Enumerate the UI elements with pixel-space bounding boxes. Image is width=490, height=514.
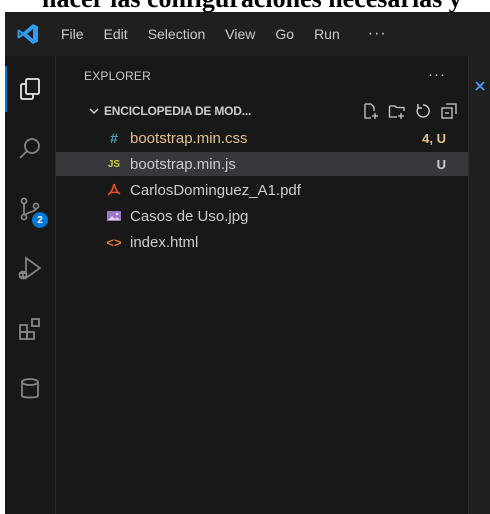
- menu-go[interactable]: Go: [275, 26, 294, 42]
- search-activity-icon[interactable]: [5, 124, 55, 174]
- folder-actions: [362, 102, 458, 120]
- menu-edit[interactable]: Edit: [104, 26, 128, 42]
- new-folder-icon[interactable]: [388, 102, 406, 120]
- menu-selection[interactable]: Selection: [148, 26, 206, 42]
- css-file-icon: #: [110, 130, 118, 146]
- chevron-down-icon[interactable]: [88, 105, 100, 117]
- new-file-icon[interactable]: [362, 102, 380, 120]
- collapse-all-icon[interactable]: [440, 102, 458, 120]
- refresh-icon[interactable]: [414, 102, 432, 120]
- workspace-folder-name: ENCICLOPEDIA DE MOD...: [104, 104, 252, 118]
- editor-tab-close-icon[interactable]: [475, 78, 485, 96]
- file-name: bootstrap.min.js: [130, 155, 236, 173]
- run-debug-activity-icon[interactable]: [5, 244, 55, 294]
- file-row-image[interactable]: Casos de Uso.jpg: [56, 204, 468, 228]
- activity-bar: 2: [5, 56, 56, 514]
- pdf-file-icon: [106, 182, 122, 198]
- file-row-pdf[interactable]: CarlosDominguez_A1.pdf: [56, 178, 468, 202]
- file-row-html[interactable]: <> index.html: [56, 230, 468, 254]
- explorer-title: EXPLORER: [84, 69, 151, 83]
- source-control-activity-icon[interactable]: 2: [5, 184, 55, 234]
- editor-area: [468, 56, 490, 514]
- file-name: Casos de Uso.jpg: [130, 207, 249, 225]
- js-file-icon: JS: [107, 158, 121, 170]
- file-name: CarlosDominguez_A1.pdf: [130, 181, 301, 199]
- html-file-icon: <>: [106, 234, 122, 250]
- extensions-activity-icon[interactable]: [5, 304, 55, 354]
- menu-file[interactable]: File: [61, 26, 84, 42]
- title-bar: File Edit Selection View Go Run ···: [5, 12, 490, 56]
- caption-text: hacer las configuraciones necesarias y: [0, 0, 490, 12]
- file-status: U: [436, 156, 446, 172]
- file-row-bootstrap-js[interactable]: JS bootstrap.min.js U: [56, 152, 468, 176]
- file-name: bootstrap.min.css: [130, 129, 248, 147]
- menu-run[interactable]: Run: [314, 26, 340, 42]
- source-control-badge: 2: [32, 212, 48, 228]
- workspace-folder-row[interactable]: ENCICLOPEDIA DE MOD...: [56, 98, 468, 124]
- file-name: index.html: [130, 233, 199, 251]
- explorer-header: EXPLORER ···: [56, 56, 468, 96]
- menu-view[interactable]: View: [225, 26, 255, 42]
- file-status: 4, U: [422, 130, 446, 146]
- explorer-activity-icon[interactable]: [5, 64, 55, 114]
- menu-more-button[interactable]: ···: [368, 25, 387, 43]
- image-file-icon: [106, 208, 122, 224]
- file-row-bootstrap-css[interactable]: # bootstrap.min.css 4, U: [56, 126, 468, 150]
- vscode-logo-icon: [15, 21, 41, 47]
- explorer-sidebar: EXPLORER ··· ENCICLOPEDIA DE MOD... # bo…: [56, 56, 468, 514]
- vscode-window: File Edit Selection View Go Run ··· 2 EX…: [5, 12, 490, 514]
- explorer-more-button[interactable]: ···: [428, 66, 446, 83]
- database-activity-icon[interactable]: [5, 364, 55, 414]
